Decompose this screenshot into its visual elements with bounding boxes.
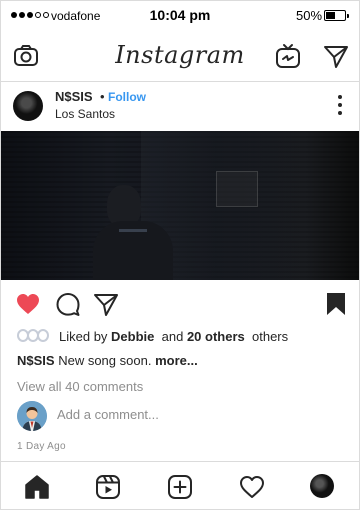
post-caption: N$SIS New song soon. more...	[17, 353, 198, 368]
post-location[interactable]: Los Santos	[55, 107, 115, 121]
home-icon[interactable]	[24, 474, 50, 500]
add-comment-row: Add a comment...	[17, 401, 347, 433]
likes-text: Liked by Debbie and 20 others others	[59, 329, 288, 344]
igtv-icon[interactable]	[275, 43, 301, 69]
battery-percentage: 50%	[296, 8, 323, 23]
like-heart-icon[interactable]	[15, 291, 41, 317]
bottom-tab-bar	[1, 461, 359, 509]
comment-icon[interactable]	[55, 291, 81, 317]
more-options-icon[interactable]	[337, 93, 343, 117]
others-count[interactable]: 20 others	[187, 329, 245, 344]
framed-jersey	[216, 171, 258, 207]
post-actions	[1, 281, 359, 325]
battery-icon	[324, 10, 349, 21]
likes-summary[interactable]: Liked by Debbie and 20 others others	[17, 328, 347, 346]
post-author-avatar[interactable]	[13, 91, 43, 121]
caption-text: New song soon.	[58, 353, 152, 368]
username-separator: •	[100, 89, 105, 104]
liker-avatars	[17, 329, 53, 343]
phone-screen: vodafone 10:04 pm 50% Instagram N$SIS • …	[0, 0, 360, 510]
post-header: N$SIS • Follow Los Santos	[1, 81, 359, 131]
instagram-logo: Instagram	[115, 41, 245, 69]
profile-avatar[interactable]	[310, 474, 334, 498]
new-post-icon[interactable]	[167, 474, 193, 500]
status-bar: vodafone 10:04 pm 50%	[1, 1, 359, 31]
reels-icon[interactable]	[95, 474, 121, 500]
likes-and: and	[161, 329, 184, 344]
likes-prefix: Liked by	[59, 329, 108, 344]
view-all-comments-link[interactable]: View all 40 comments	[17, 379, 143, 394]
caption-username[interactable]: N$SIS	[17, 353, 55, 368]
first-liker-name[interactable]: Debbie	[111, 329, 154, 344]
direct-message-icon[interactable]	[323, 43, 349, 69]
likes-suffix: others	[252, 329, 289, 344]
post-username[interactable]: N$SIS	[55, 89, 93, 104]
add-comment-input[interactable]: Add a comment...	[57, 407, 159, 422]
current-user-avatar	[17, 401, 47, 431]
caption-more-link[interactable]: more...	[155, 353, 198, 368]
post-timestamp: 1 Day Ago	[17, 441, 66, 452]
follow-button[interactable]: Follow	[108, 90, 146, 104]
post-image[interactable]	[1, 131, 359, 280]
app-header: Instagram	[1, 31, 359, 82]
activity-icon[interactable]	[239, 474, 265, 500]
share-icon[interactable]	[93, 291, 119, 317]
save-bookmark-icon[interactable]	[323, 291, 349, 317]
